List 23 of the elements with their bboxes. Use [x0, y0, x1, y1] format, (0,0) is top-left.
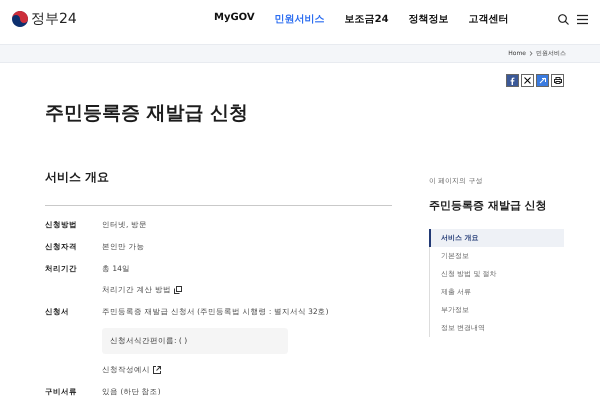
section-heading: 서비스 개요 — [45, 169, 392, 206]
link-icon — [539, 77, 546, 84]
nav-item[interactable]: 민원서비스 — [264, 12, 335, 26]
external-link-icon — [153, 366, 161, 374]
printer-icon — [554, 77, 562, 84]
nav-item[interactable]: 보조금24 — [334, 12, 399, 26]
page-title: 주민등록증 재발급 신청 — [45, 101, 250, 126]
facebook-share-button[interactable] — [506, 74, 519, 87]
link-share-button[interactable] — [536, 74, 549, 87]
nav-item[interactable]: 정책정보 — [398, 12, 459, 26]
nav-item[interactable]: MyGOV — [204, 12, 265, 26]
x-glyph-icon — [524, 77, 531, 84]
search-icon[interactable] — [558, 14, 569, 24]
logo-text[interactable]: 정부24 — [31, 10, 77, 28]
toc-title: 주민등록증 재발급 신청 — [429, 198, 548, 213]
x-share-button[interactable] — [521, 74, 534, 87]
copy-icon — [174, 286, 182, 294]
menu-icon[interactable] — [577, 14, 588, 24]
nav-item[interactable]: 고객센터 — [458, 12, 519, 26]
f-glyph-icon — [510, 76, 515, 84]
logo-icon — [12, 11, 28, 27]
print-button[interactable] — [551, 74, 564, 87]
chevron-icon — [529, 51, 533, 56]
